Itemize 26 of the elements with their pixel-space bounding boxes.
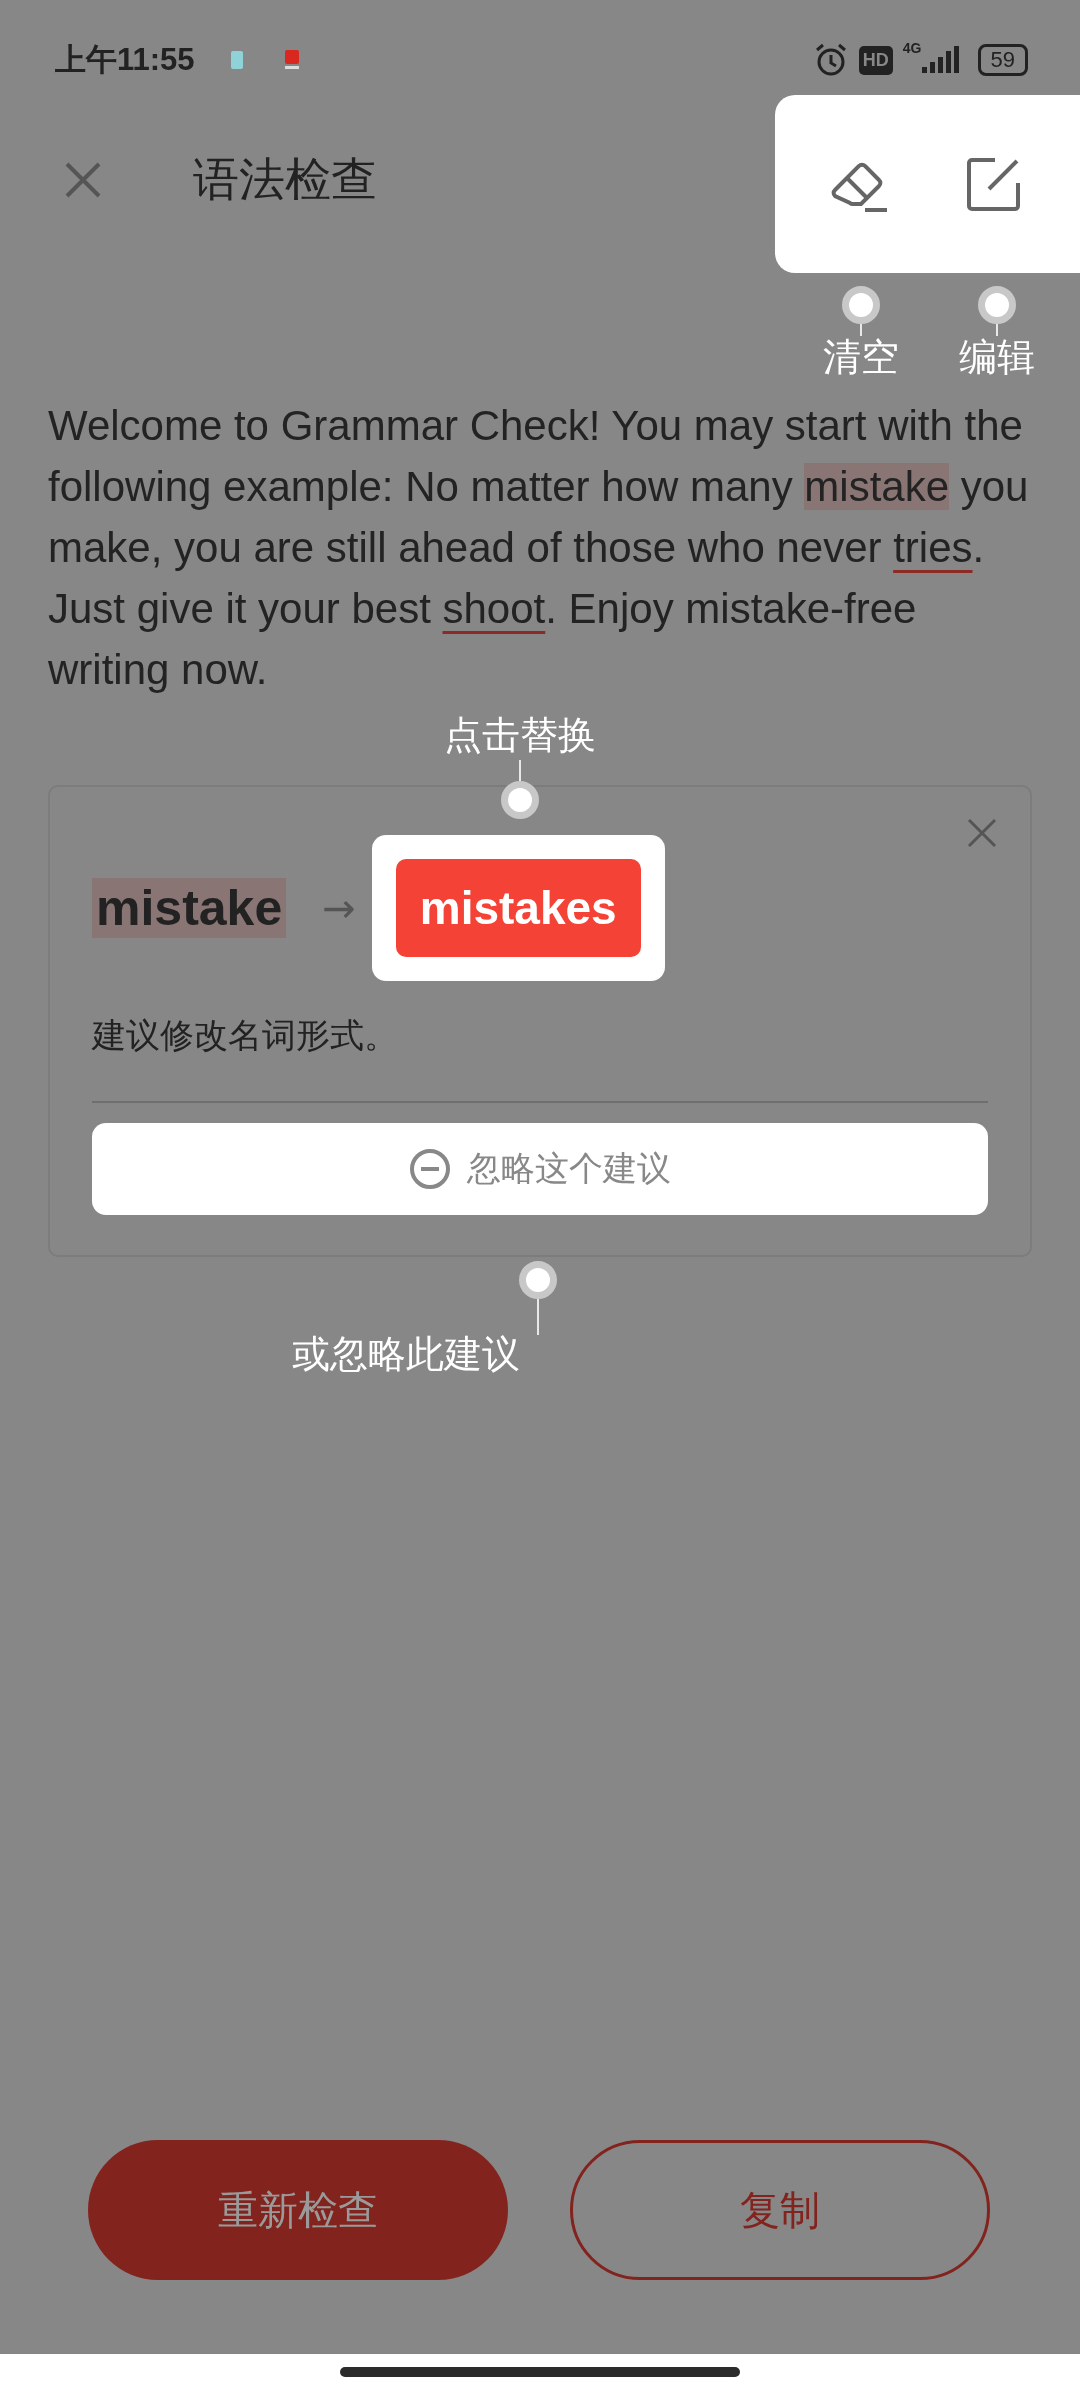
coach-label: 清空 (823, 334, 899, 381)
arrow-glyph: → (322, 884, 356, 931)
replacement-button[interactable]: mistakes (395, 858, 641, 957)
status-time: 上午11:55 (55, 41, 195, 79)
original-word: mistake (92, 877, 287, 938)
input-text: Welcome to Grammar Check! You may start with the following example: No matter how many mistake you make, you are still ahead of those who never tries. Just give it your best shoot. Enjoy mistake-free writing now. (48, 401, 1030, 695)
close-icon[interactable] (966, 817, 998, 849)
close-icon[interactable] (63, 160, 103, 200)
hd-badge: HD (858, 45, 893, 75)
network-label: 4G (902, 40, 922, 56)
pointer-dot (978, 286, 1016, 324)
pointer-dot (842, 286, 880, 324)
action-button[interactable]: 复制 (570, 2140, 990, 2280)
coach-label: 或忽略此建议 (292, 1331, 520, 1378)
edit-icon[interactable] (965, 155, 1023, 213)
coach-label: 编辑 (959, 334, 1035, 381)
suggestion-explanation: 建议修改名词形式。 (92, 1014, 399, 1057)
battery-indicator: 59 (977, 44, 1028, 76)
coach-label: 点击替换 (444, 712, 596, 759)
page-title: 语法检查 (193, 151, 377, 208)
ignore-button[interactable]: 忽略这个建议 (92, 1123, 988, 1215)
pointer-dot (519, 1261, 557, 1299)
minus-circle-icon (409, 1148, 451, 1190)
pointer-dot (501, 781, 539, 819)
action-button[interactable]: 重新检查 (88, 2140, 508, 2280)
signal-icon (919, 45, 960, 75)
